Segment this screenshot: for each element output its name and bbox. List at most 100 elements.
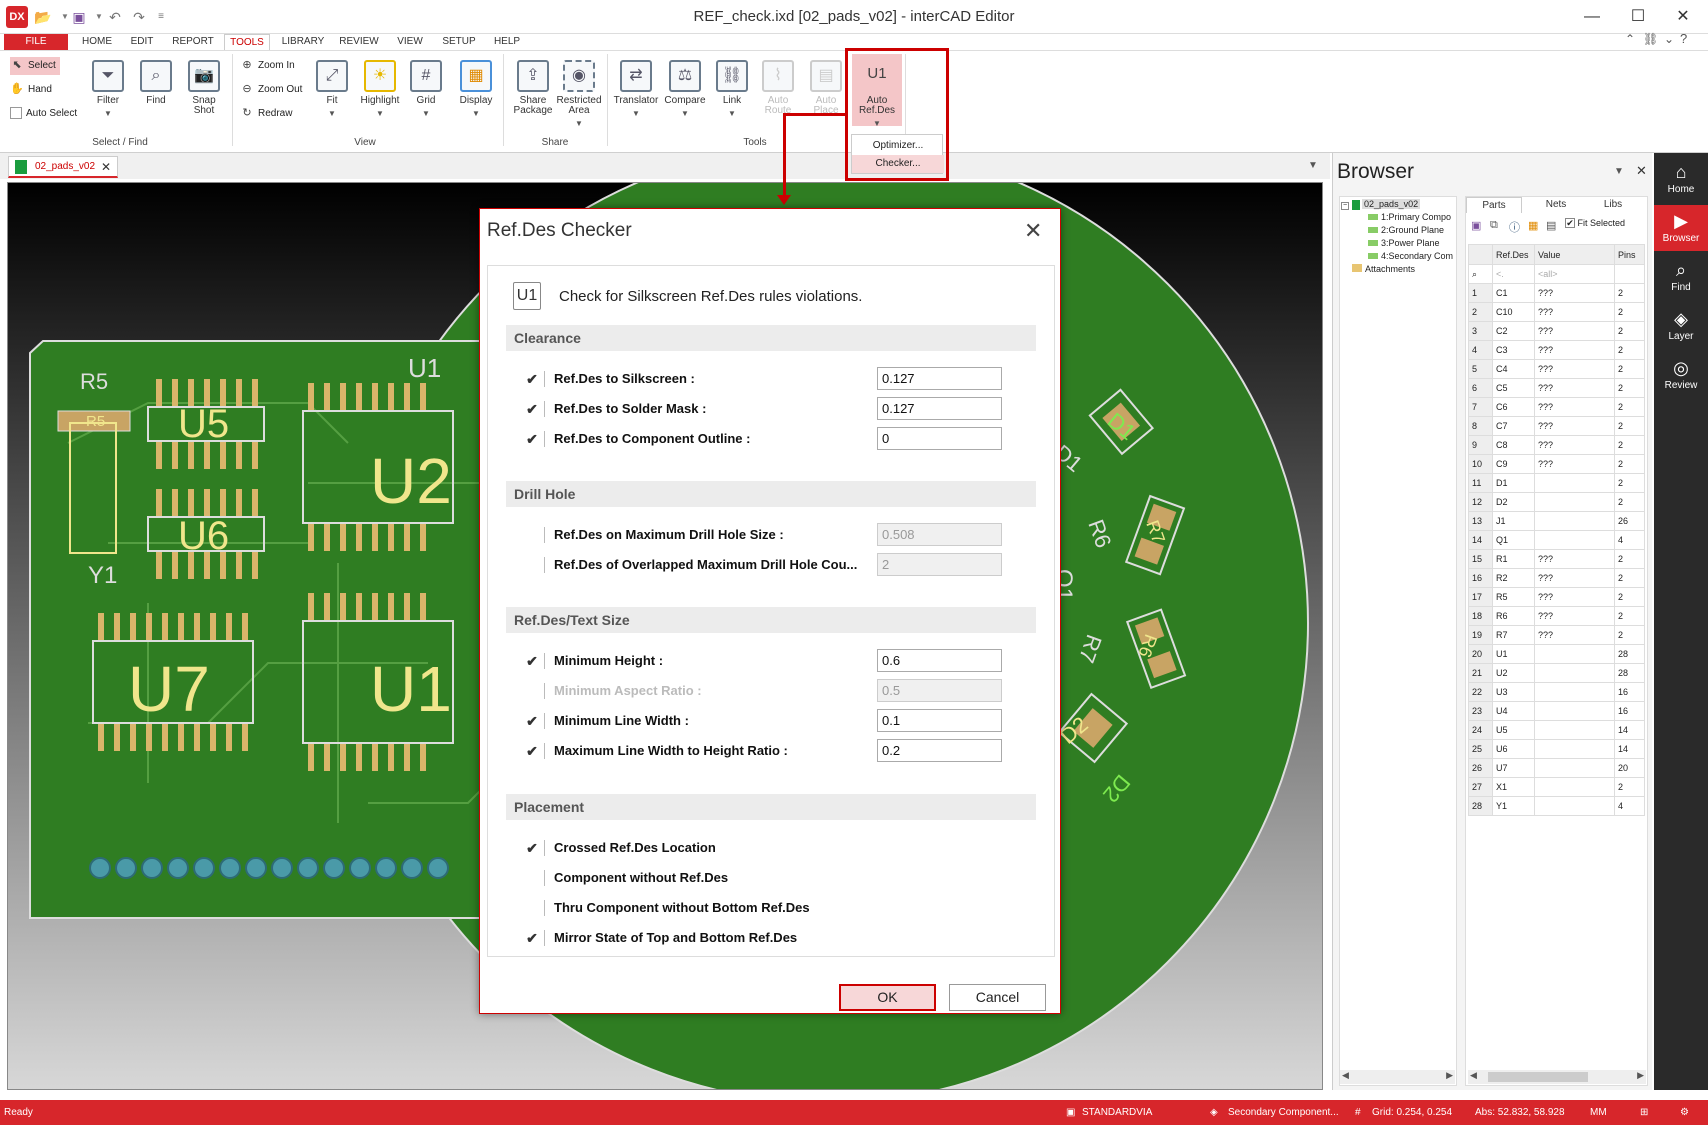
zoom-out-button[interactable]: ⊖ Zoom Out [240,81,302,99]
tab-report[interactable]: REPORT [168,34,218,50]
table-row[interactable]: 1 C1??? 2 [1468,283,1645,303]
check-icon[interactable]: ✔ [522,835,542,861]
check-icon[interactable] [522,552,542,578]
share-package-button[interactable]: ⇪ Share Package [510,60,556,116]
status-via[interactable]: STANDARDVIA [1082,1100,1152,1125]
status-grid[interactable]: Grid: 0.254, 0.254 [1372,1100,1452,1125]
pins-filter-input[interactable] [1614,264,1645,284]
compare-button[interactable]: ⚖ Compare ▼ [662,60,708,119]
save-icon[interactable]: ▣ [1471,219,1481,232]
check-icon[interactable]: ✔ [522,738,542,764]
tree-scrollbar[interactable]: ◀ ▶ [1340,1070,1455,1084]
refdes-to-silkscreen-input[interactable]: 0.127 [877,367,1002,390]
sidebar-layer[interactable]: ◈ Layer [1654,303,1708,349]
table-row[interactable]: 23 U4 16 [1468,701,1645,721]
snap-shot-button[interactable]: 📷 Snap Shot [184,60,224,116]
table-row[interactable]: 25 U6 14 [1468,739,1645,759]
tab-edit[interactable]: EDIT [124,34,160,50]
hand-button[interactable]: ✋ Hand [10,81,52,99]
col-header-value[interactable]: Value [1534,244,1615,265]
close-window-icon[interactable]: ✕ [1668,5,1698,29]
table-row[interactable]: 11 D1 2 [1468,473,1645,493]
status-unit[interactable]: MM [1590,1100,1607,1125]
table-row[interactable]: 8 C7??? 2 [1468,416,1645,436]
table-row[interactable]: 3 C2??? 2 [1468,321,1645,341]
undo-icon[interactable]: ↶ [106,8,124,26]
tab-home[interactable]: HOME [78,34,116,50]
max-drill-hole-input[interactable]: 0.508 [877,523,1002,546]
check-icon[interactable]: ✔ [522,708,542,734]
status-layer[interactable]: Secondary Component... [1228,1100,1339,1125]
refdes-to-component-outline-input[interactable]: 0 [877,427,1002,450]
table-row[interactable]: 24 U5 14 [1468,720,1645,740]
refdes-filter-input[interactable]: <. [1492,264,1535,284]
table-row[interactable]: 9 C8??? 2 [1468,435,1645,455]
table-row[interactable]: 18 R6??? 2 [1468,606,1645,626]
check-icon[interactable] [522,865,542,891]
refdes-to-solder-mask-input[interactable]: 0.127 [877,397,1002,420]
customize-toolbar-icon[interactable]: ≡ [152,8,170,26]
table-row[interactable]: 5 C4??? 2 [1468,359,1645,379]
fit-button[interactable]: ⤢ Fit ▼ [312,60,352,119]
table-row[interactable]: 16 R2??? 2 [1468,568,1645,588]
tab-parts[interactable]: Parts [1466,197,1522,213]
sidebar-home[interactable]: ⌂ Home [1654,156,1708,202]
tab-view[interactable]: VIEW [390,34,430,50]
table-row[interactable]: 4 C3??? 2 [1468,340,1645,360]
tree-attachments[interactable]: Attachments [1352,264,1415,274]
translator-button[interactable]: ⇄ Translator ▼ [613,60,659,119]
document-tab[interactable]: 02_pads_v02 ✕ [8,156,118,178]
table-row[interactable]: 12 D2 2 [1468,492,1645,512]
table-row[interactable]: 7 C6??? 2 [1468,397,1645,417]
settings-icon[interactable]: ⚙ [1680,1100,1689,1125]
highlight-button[interactable]: ☀ Highlight ▼ [356,60,404,119]
sidebar-review[interactable]: ◎ Review [1654,352,1708,398]
check-icon[interactable] [522,522,542,548]
tab-review[interactable]: REVIEW [334,34,384,50]
check-icon[interactable]: ✔ [522,426,542,452]
dropdown-icon[interactable]: ⌄ [1664,32,1674,46]
col-header-refdes[interactable]: Ref.Des [1492,244,1535,265]
panel-dropdown-icon[interactable]: ▼ [1614,166,1624,177]
snap-icon[interactable]: ⊞ [1640,1100,1648,1125]
ribbon-collapse-icon[interactable]: ⌃ [1625,32,1635,46]
check-icon[interactable]: ✔ [522,366,542,392]
tab-library[interactable]: LIBRARY [278,34,328,50]
sidebar-browser[interactable]: ▶ Browser [1654,205,1708,251]
scroll-right-icon[interactable]: ▶ [1637,1070,1644,1081]
display-button[interactable]: ▦ Display ▼ [454,60,498,119]
tree-root[interactable]: − 02_pads_v02 [1341,199,1421,210]
table-row[interactable]: 2 C10??? 2 [1468,302,1645,322]
zoom-in-button[interactable]: ⊕ Zoom In [240,57,294,75]
filter-search-icon[interactable]: ⌕ [1468,264,1493,284]
select-button[interactable]: ⬉ Select [10,57,60,75]
redo-icon[interactable]: ↷ [130,8,148,26]
cancel-button[interactable]: Cancel [949,984,1046,1011]
check-icon[interactable]: ✔ [522,648,542,674]
tab-list-dropdown-icon[interactable]: ▼ [1308,160,1318,171]
table-row[interactable]: 10 C9??? 2 [1468,454,1645,474]
check-icon[interactable]: ✔ [522,396,542,422]
sidebar-find[interactable]: ⌕ Find [1654,254,1708,300]
minimize-icon[interactable]: — [1577,5,1607,29]
parts-scrollbar[interactable]: ◀ ▶ [1468,1070,1646,1084]
tab-tools[interactable]: TOOLS [224,34,270,50]
close-tab-icon[interactable]: ✕ [101,157,111,177]
max-line-width-ratio-input[interactable]: 0.2 [877,739,1002,762]
minimum-height-input[interactable]: 0.6 [877,649,1002,672]
filter-button[interactable]: ⏷ Filter ▼ [88,60,128,119]
tab-file[interactable]: FILE [4,34,68,50]
table-row[interactable]: 28 Y1 4 [1468,796,1645,816]
tree-layer[interactable]: 2:Ground Plane [1368,225,1444,235]
tab-libs[interactable]: Libs [1585,197,1641,213]
columns-icon[interactable]: ▤ [1546,219,1556,232]
tree-layer[interactable]: 3:Power Plane [1368,238,1440,248]
copy-icon[interactable]: ⧉ [1490,219,1498,232]
app-logo-icon[interactable]: DX [6,6,28,28]
tree-layer[interactable]: 4:Secondary Com [1368,251,1453,261]
auto-select-checkbox[interactable]: Auto Select [10,105,77,123]
table-row[interactable]: 6 C5??? 2 [1468,378,1645,398]
table-row[interactable]: 15 R1??? 2 [1468,549,1645,569]
tab-help[interactable]: HELP [488,34,526,50]
redraw-button[interactable]: ↻ Redraw [240,105,292,123]
